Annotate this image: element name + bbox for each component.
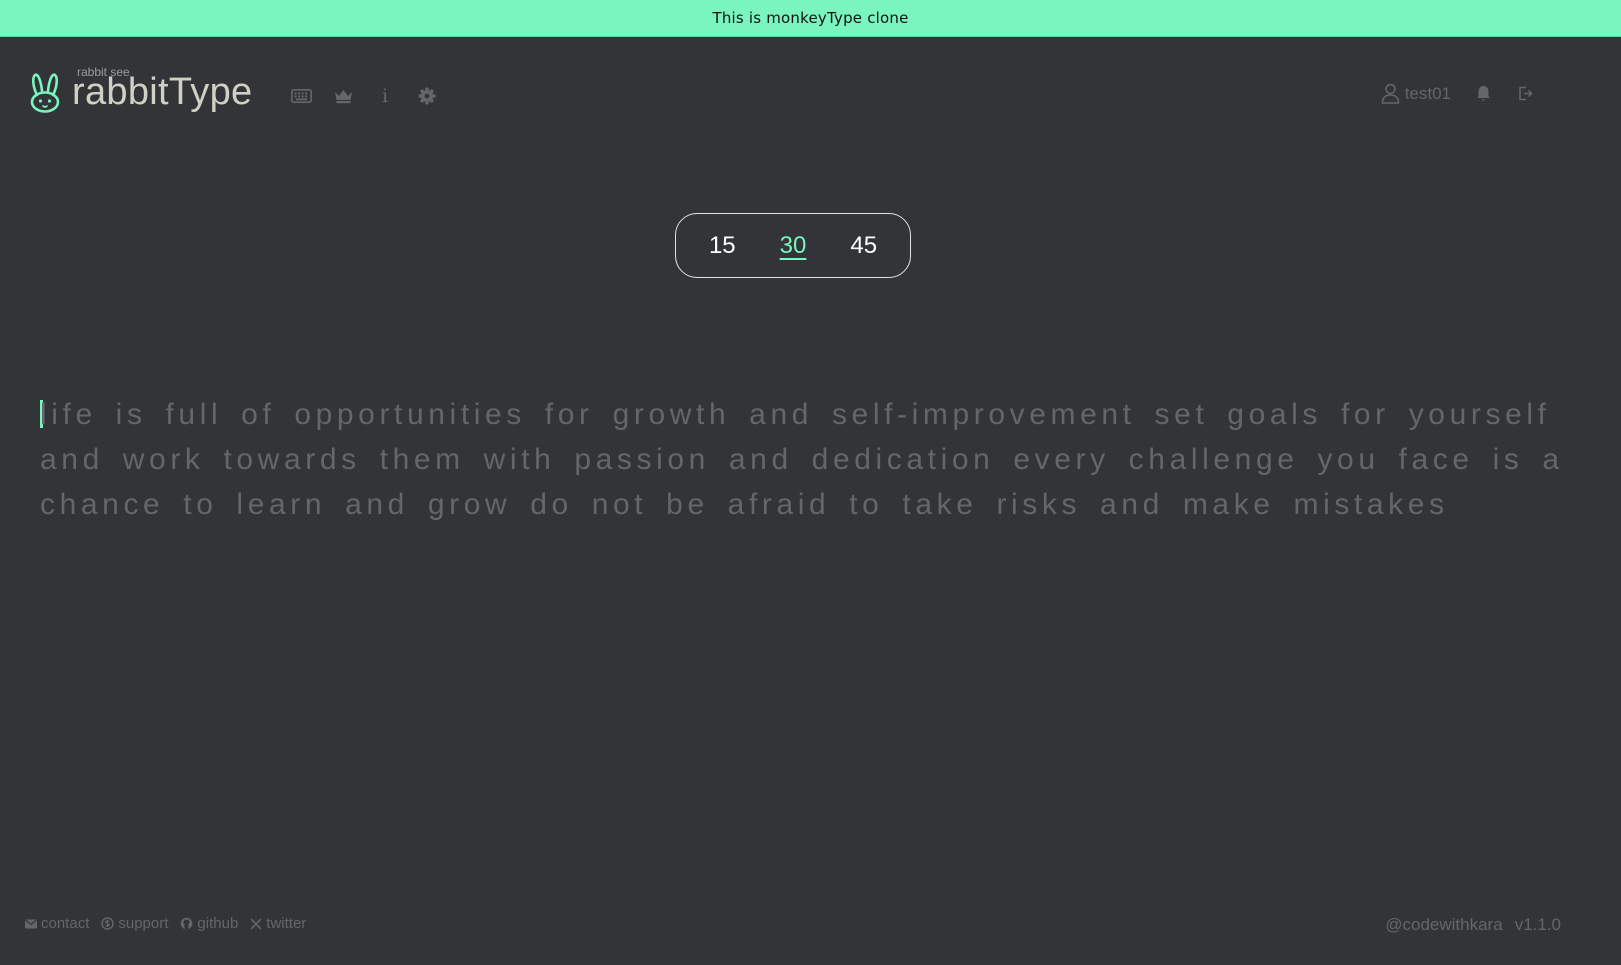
github-icon [181, 917, 193, 930]
header: rabbit see rabbitType i test01 [0, 37, 1621, 157]
crown-icon [334, 90, 352, 104]
donate-icon [101, 917, 115, 930]
leaderboard-nav-button[interactable] [332, 85, 354, 107]
time-mode-selector: 15 30 45 [675, 213, 911, 278]
support-link[interactable]: support [101, 915, 168, 932]
logo-title: rabbitType [72, 71, 253, 113]
user-area: test01 [1381, 83, 1535, 104]
info-icon: i [381, 84, 389, 107]
time-option-30[interactable]: 30 [772, 232, 815, 260]
about-nav-button[interactable]: i [374, 85, 396, 107]
footer-links: contact support github twitter [25, 915, 306, 932]
contact-link[interactable]: contact [25, 915, 89, 932]
page: This is monkeyType clone rabbit see rabb… [0, 0, 1621, 965]
keyboard-nav-button[interactable] [290, 85, 312, 107]
version-label[interactable]: v1.1.0 [1515, 915, 1561, 935]
typing-area[interactable]: life is full of opportunities for growth… [40, 392, 1585, 527]
author-handle[interactable]: @codewithkara [1385, 915, 1502, 935]
x-icon [250, 917, 262, 930]
settings-nav-button[interactable] [416, 85, 438, 107]
banner-text: This is monkeyType clone [712, 9, 909, 27]
contact-label: contact [41, 915, 90, 932]
envelope-icon [25, 919, 37, 928]
github-link[interactable]: github [180, 915, 238, 932]
logout-button[interactable] [1515, 84, 1535, 104]
support-label: support [118, 915, 169, 932]
gear-icon [418, 87, 436, 105]
top-banner: This is monkeyType clone [0, 0, 1621, 37]
main-nav: i [290, 85, 438, 107]
username: test01 [1404, 83, 1451, 103]
time-option-45[interactable]: 45 [842, 232, 885, 260]
twitter-label: twitter [266, 915, 307, 932]
time-option-15[interactable]: 15 [701, 232, 744, 260]
account-button[interactable]: test01 [1381, 83, 1451, 104]
rabbit-icon [30, 73, 60, 113]
logout-icon [1518, 86, 1533, 101]
logo[interactable]: rabbit see rabbitType [28, 65, 252, 113]
footer: contact support github twitter @codewith… [0, 915, 1621, 939]
user-icon [1381, 83, 1399, 104]
typing-words: life is full of opportunities for growth… [40, 398, 1564, 521]
notifications-button[interactable] [1473, 84, 1493, 104]
bell-icon [1476, 86, 1490, 101]
github-label: github [197, 915, 239, 932]
keyboard-icon [290, 89, 312, 103]
footer-meta: @codewithkara v1.1.0 [1385, 915, 1561, 935]
twitter-link[interactable]: twitter [250, 915, 306, 932]
